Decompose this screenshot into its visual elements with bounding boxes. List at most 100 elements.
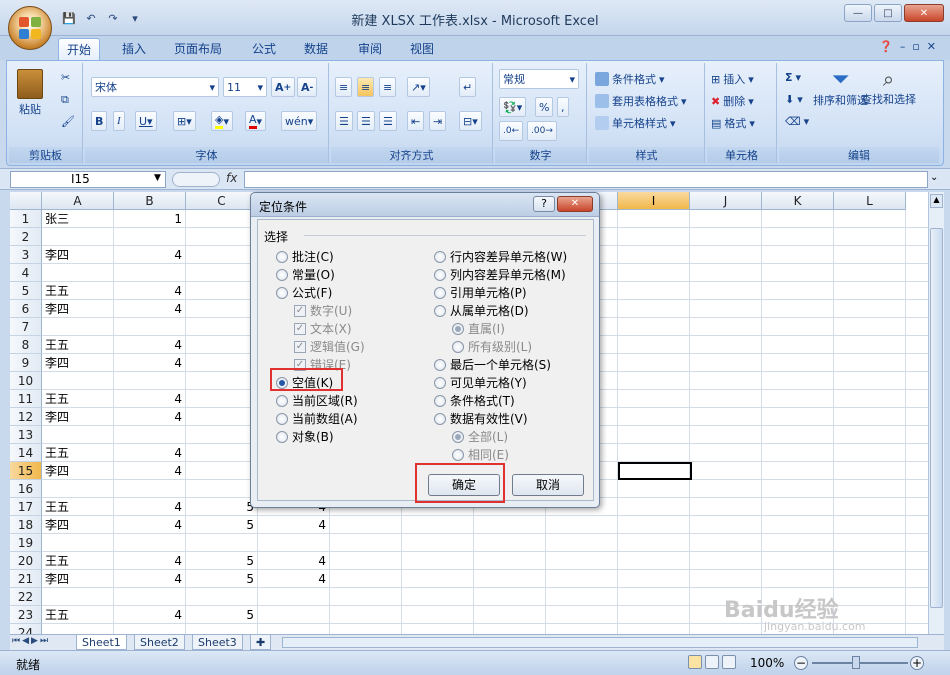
column-header-k[interactable]: K <box>762 192 834 210</box>
cell-b[interactable]: 4 <box>114 462 185 480</box>
column-header-b[interactable]: B <box>114 192 186 210</box>
radio-left-9[interactable]: 当前数组(A) <box>276 410 358 427</box>
decrease-decimal-button[interactable]: .00→ <box>527 121 557 141</box>
undo-icon[interactable]: ↶ <box>82 9 100 27</box>
cell-c[interactable] <box>186 588 257 606</box>
column-header-i[interactable]: I <box>618 192 690 210</box>
radio-left-10[interactable]: 对象(B) <box>276 428 334 445</box>
cell-c[interactable] <box>186 264 257 282</box>
cell-a[interactable] <box>42 534 113 552</box>
cell-c[interactable]: 5 <box>186 552 257 570</box>
grow-font-button[interactable]: A + <box>271 77 296 97</box>
cell-d[interactable]: 4 <box>258 516 329 534</box>
select-all-corner[interactable] <box>10 192 42 210</box>
cell-a[interactable]: 王五 <box>42 498 113 516</box>
cell-c[interactable] <box>186 354 257 372</box>
cell-c[interactable]: 5 <box>186 516 257 534</box>
zoom-out-icon[interactable]: − <box>794 656 808 670</box>
format-painter-icon[interactable]: 🖌 <box>61 115 75 128</box>
decrease-indent-button[interactable]: ⇤ <box>407 111 425 131</box>
expand-formula-bar-icon[interactable]: ⌄ <box>930 172 938 183</box>
cell-c[interactable] <box>186 210 257 228</box>
cell-b[interactable] <box>114 372 185 390</box>
ribbon-minimize-icon[interactable]: – <box>900 40 906 53</box>
cell-d[interactable] <box>258 588 329 606</box>
row-header[interactable]: 11 <box>10 390 42 408</box>
cell-b[interactable] <box>114 264 185 282</box>
radio-right-0[interactable]: 行内容差异单元格(W) <box>434 248 567 265</box>
maximize-button[interactable]: □ <box>874 4 902 22</box>
cell-b[interactable]: 4 <box>114 282 185 300</box>
align-bottom-button[interactable]: ≡ <box>379 77 397 97</box>
clear-button[interactable]: ⌫ ▾ <box>785 115 809 128</box>
sheet-tab-2[interactable]: Sheet2 <box>134 635 185 650</box>
cell-b[interactable] <box>114 480 185 498</box>
row-header[interactable]: 7 <box>10 318 42 336</box>
border-button[interactable]: ⊞▾ <box>173 111 196 131</box>
row-header[interactable]: 3 <box>10 246 42 264</box>
phonetic-button[interactable]: wén▾ <box>281 111 318 131</box>
percent-button[interactable]: % <box>535 97 554 117</box>
cut-icon[interactable]: ✂ <box>61 71 70 84</box>
italic-button[interactable]: I <box>113 111 125 131</box>
row-header[interactable]: 20 <box>10 552 42 570</box>
cell-c[interactable] <box>186 372 257 390</box>
formula-slider[interactable] <box>172 172 220 187</box>
cell-c[interactable] <box>186 228 257 246</box>
dialog-close-button[interactable]: ✕ <box>557 196 593 212</box>
formula-input[interactable] <box>244 171 928 188</box>
cell-c[interactable]: 5 <box>186 606 257 624</box>
radio-right-7[interactable]: 可见单元格(Y) <box>434 374 527 391</box>
cell-a[interactable] <box>42 480 113 498</box>
cell-b[interactable]: 4 <box>114 552 185 570</box>
tab-formulas[interactable]: 公式 <box>244 38 284 60</box>
radio-left-2[interactable]: 公式(F) <box>276 284 332 301</box>
increase-decimal-button[interactable]: .0← <box>499 121 524 141</box>
cell-a[interactable] <box>42 318 113 336</box>
close-button[interactable]: ✕ <box>904 4 944 22</box>
row-header[interactable]: 13 <box>10 426 42 444</box>
radio-left-0[interactable]: 批注(C) <box>276 248 334 265</box>
radio-right-3[interactable]: 从属单元格(D) <box>434 302 529 319</box>
cell-d[interactable]: 4 <box>258 570 329 588</box>
radio-right-9[interactable]: 数据有效性(V) <box>434 410 528 427</box>
cell-b[interactable]: 4 <box>114 336 185 354</box>
radio-right-1[interactable]: 列内容差异单元格(M) <box>434 266 566 283</box>
row-header[interactable]: 9 <box>10 354 42 372</box>
radio-right-6[interactable]: 最后一个单元格(S) <box>434 356 551 373</box>
cell-a[interactable]: 王五 <box>42 390 113 408</box>
cell-b[interactable]: 4 <box>114 498 185 516</box>
copy-icon[interactable]: ⧉ <box>61 93 69 107</box>
row-header[interactable]: 4 <box>10 264 42 282</box>
cell-a[interactable] <box>42 426 113 444</box>
cell-b[interactable]: 4 <box>114 390 185 408</box>
cell-a[interactable]: 张三 <box>42 210 113 228</box>
cancel-button[interactable]: 取消 <box>512 474 584 496</box>
cell-c[interactable]: 5 <box>186 498 257 516</box>
cell-c[interactable] <box>186 336 257 354</box>
cell-b[interactable]: 4 <box>114 444 185 462</box>
cell-b[interactable]: 1 <box>114 210 185 228</box>
autosum-button[interactable]: Σ ▾ <box>785 71 801 84</box>
tab-review[interactable]: 审阅 <box>350 38 390 60</box>
cell-c[interactable] <box>186 300 257 318</box>
row-header[interactable]: 17 <box>10 498 42 516</box>
tab-page-layout[interactable]: 页面布局 <box>166 38 230 60</box>
cell-b[interactable] <box>114 534 185 552</box>
cell-a[interactable]: 李四 <box>42 354 113 372</box>
cell-a[interactable] <box>42 588 113 606</box>
help-icon[interactable]: ❓ <box>879 40 893 53</box>
column-header-a[interactable]: A <box>42 192 114 210</box>
cell-b[interactable] <box>114 228 185 246</box>
cell-a[interactable] <box>42 624 113 634</box>
cell-c[interactable] <box>186 426 257 444</box>
cell-b[interactable] <box>114 426 185 444</box>
row-header[interactable]: 2 <box>10 228 42 246</box>
sheet-nav-icon[interactable]: ⏮◀▶⏭ <box>12 636 50 646</box>
sort-filter-button[interactable]: ⏷ 排序和筛选 <box>813 67 868 108</box>
vertical-scrollbar[interactable]: ▲ <box>928 192 944 634</box>
cell-styles-button[interactable]: 单元格样式 ▾ <box>595 115 676 131</box>
paste-button[interactable]: 粘贴 <box>17 69 43 117</box>
tab-view[interactable]: 视图 <box>402 38 442 60</box>
row-header[interactable]: 21 <box>10 570 42 588</box>
